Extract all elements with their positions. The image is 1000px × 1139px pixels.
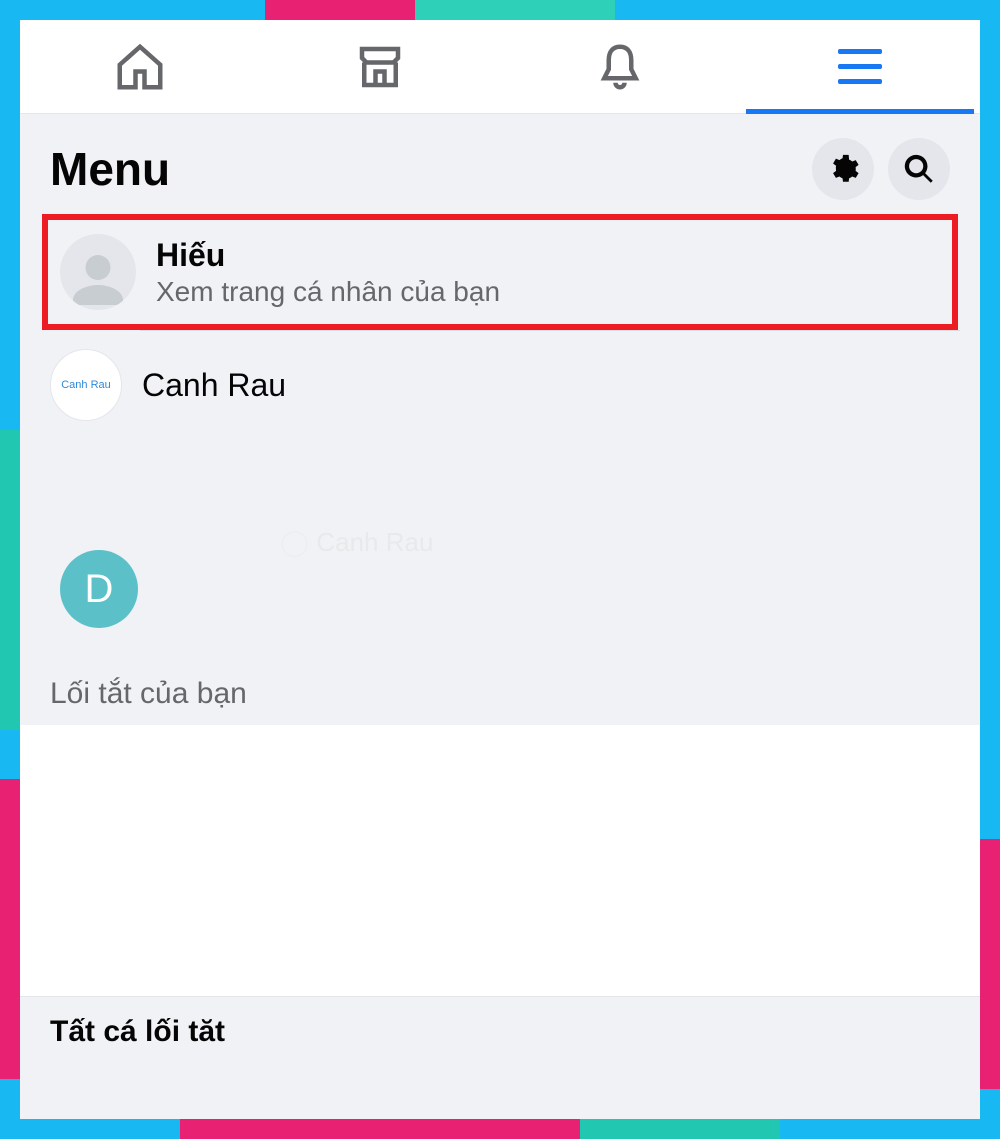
search-icon bbox=[902, 152, 936, 186]
section-all-shortcuts-title[interactable]: Tất cá lối tăt bbox=[20, 997, 980, 1063]
search-button[interactable] bbox=[888, 138, 950, 200]
page-item-canh-rau[interactable]: Canh Rau Canh Rau bbox=[20, 331, 980, 439]
profile-highlight: Hiếu Xem trang cá nhân của bạn bbox=[42, 214, 958, 330]
section-shortcuts-title: Lối tắt của bạn bbox=[20, 659, 980, 725]
avatar-letter: D bbox=[60, 550, 138, 628]
profile-item[interactable]: Hiếu Xem trang cá nhân của bạn bbox=[48, 220, 952, 324]
page-label: Canh Rau bbox=[142, 367, 286, 404]
list-item[interactable]: D ◯ Canh Rau bbox=[20, 519, 980, 659]
avatar bbox=[60, 234, 136, 310]
gear-icon bbox=[826, 152, 860, 186]
hamburger-icon bbox=[838, 49, 882, 84]
tab-notifications[interactable] bbox=[500, 20, 740, 113]
profile-name: Hiếu bbox=[156, 237, 500, 274]
settings-button[interactable] bbox=[812, 138, 874, 200]
page-avatar: Canh Rau bbox=[50, 349, 122, 421]
tab-marketplace[interactable] bbox=[260, 20, 500, 113]
watermark: ◯ Canh Rau bbox=[280, 527, 433, 558]
marketplace-icon bbox=[353, 40, 407, 94]
page-title: Menu bbox=[50, 142, 798, 196]
bell-icon bbox=[593, 40, 647, 94]
tab-menu[interactable] bbox=[740, 20, 980, 113]
top-nav bbox=[20, 20, 980, 114]
home-icon bbox=[113, 40, 167, 94]
tab-home[interactable] bbox=[20, 20, 260, 113]
profile-subtitle: Xem trang cá nhân của bạn bbox=[156, 276, 500, 308]
shortcuts-area bbox=[20, 725, 980, 997]
